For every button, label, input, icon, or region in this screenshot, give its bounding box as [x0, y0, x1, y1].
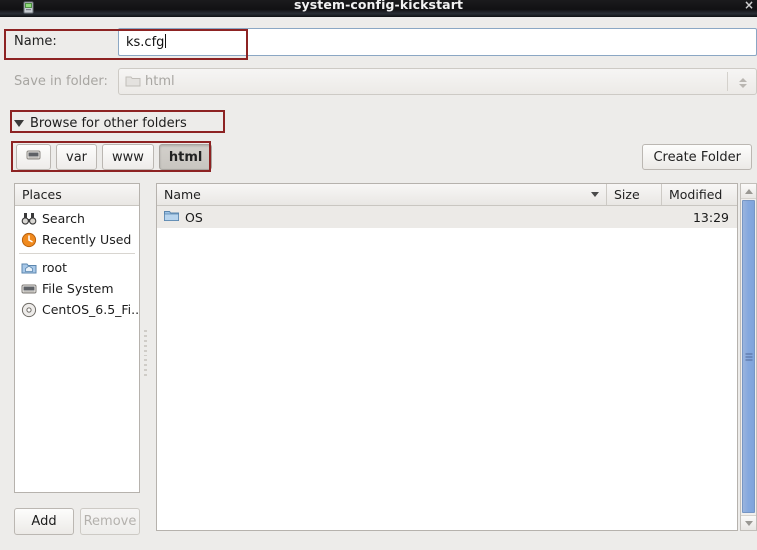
places-header: Places — [15, 184, 139, 206]
place-item-label: File System — [42, 281, 114, 296]
search-binoculars-icon — [21, 211, 37, 227]
text-caret — [165, 34, 167, 48]
column-header-label: Name — [164, 187, 201, 202]
file-list-header: Name Size Modified — [157, 184, 737, 206]
home-folder-icon — [21, 260, 37, 276]
places-list: Search Recently Used root File System Ce… — [15, 206, 139, 320]
triangle-down-icon — [14, 119, 24, 127]
column-header-name[interactable]: Name — [157, 184, 607, 205]
breadcrumb: var www html — [16, 143, 213, 171]
chevron-up-icon — [744, 188, 753, 194]
browse-for-other-folders-expander[interactable]: Browse for other folders — [14, 113, 187, 133]
breadcrumb-segment-label: html — [168, 149, 203, 165]
window-titlebar: system-config-kickstart × — [0, 0, 757, 17]
filename-input-value: ks.cfg — [126, 35, 165, 50]
scrollbar-thumb[interactable] — [742, 200, 755, 513]
remove-place-button: Remove — [80, 508, 140, 535]
file-name-cell: OS — [157, 209, 607, 225]
breadcrumb-segment-html[interactable]: html — [158, 144, 213, 170]
chevron-down-icon — [744, 520, 753, 526]
place-item-centos-media[interactable]: CentOS_6.5_Fi... — [15, 299, 139, 320]
create-folder-button[interactable]: Create Folder — [642, 144, 752, 170]
window-title: system-config-kickstart — [293, 0, 464, 12]
file-modified-cell: 13:29 — [692, 209, 729, 225]
combo-separator — [727, 72, 728, 91]
scroll-up-button[interactable] — [741, 184, 756, 199]
save-in-folder-label: Save in folder: — [14, 74, 108, 89]
save-in-folder-value: html — [145, 74, 175, 89]
file-name-label: OS — [185, 209, 203, 225]
place-item-recently-used[interactable]: Recently Used — [15, 229, 139, 250]
scroll-down-button[interactable] — [741, 515, 756, 530]
save-in-folder-row: Save in folder: html — [0, 68, 757, 98]
breadcrumb-segment-www[interactable]: www — [102, 144, 154, 170]
place-item-label: Search — [42, 211, 85, 226]
places-actions: Add Remove — [14, 508, 140, 535]
disc-icon — [21, 302, 37, 318]
places-divider — [19, 253, 135, 254]
vertical-scrollbar[interactable] — [740, 183, 757, 531]
drive-icon — [21, 281, 37, 297]
breadcrumb-filesystem-button[interactable] — [16, 144, 51, 170]
panel-splitter-handle[interactable] — [141, 329, 150, 377]
place-item-search[interactable]: Search — [15, 208, 139, 229]
folder-icon — [125, 74, 141, 88]
chevron-updown-icon[interactable] — [736, 74, 749, 91]
save-in-folder-combobox[interactable]: html — [118, 68, 757, 95]
close-icon[interactable]: × — [744, 0, 754, 12]
recent-clock-icon — [21, 232, 37, 248]
name-label: Name: — [14, 34, 57, 49]
chevron-down-icon — [591, 192, 599, 197]
place-item-root[interactable]: root — [15, 257, 139, 278]
file-list: Name Size Modified OS 13:29 — [156, 183, 738, 531]
table-row[interactable]: OS 13:29 — [157, 206, 737, 228]
column-header-label: Modified — [669, 187, 723, 202]
breadcrumb-segment-label: www — [112, 149, 144, 165]
filename-input[interactable]: ks.cfg — [118, 28, 757, 56]
add-place-button[interactable]: Add — [14, 508, 74, 535]
name-row: Name: ks.cfg — [0, 28, 757, 58]
folder-icon — [164, 209, 179, 225]
breadcrumb-segment-label: var — [66, 149, 88, 165]
breadcrumb-segment-var[interactable]: var — [56, 144, 98, 170]
file-save-dialog: system-config-kickstart × Name: ks.cfg S… — [0, 0, 757, 550]
place-item-file-system[interactable]: File System — [15, 278, 139, 299]
column-header-size[interactable]: Size — [607, 184, 662, 205]
filesystem-icon — [26, 149, 41, 165]
places-panel: Places Search Recently Used root File Sy… — [14, 183, 140, 493]
place-item-label: root — [42, 260, 68, 275]
browse-for-other-folders-label: Browse for other folders — [30, 115, 187, 131]
scrollbar-grip — [745, 353, 752, 360]
column-header-modified[interactable]: Modified — [662, 184, 737, 205]
place-item-label: CentOS_6.5_Fi... — [42, 302, 139, 317]
place-item-label: Recently Used — [42, 232, 132, 247]
column-header-label: Size — [614, 187, 640, 202]
